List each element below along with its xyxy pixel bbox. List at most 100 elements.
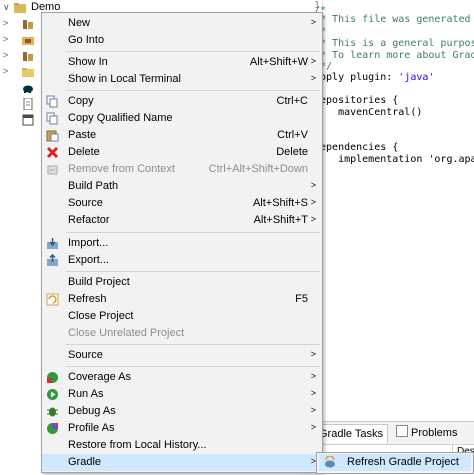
copy-icon — [46, 95, 58, 108]
menu-item-delete[interactable]: Delete Delete — [42, 144, 322, 161]
menu-item-shortcut: Ctrl+Alt+Shift+Down — [208, 163, 308, 175]
file-icon — [23, 98, 33, 110]
menu-item-show-in-local-terminal[interactable]: Show in Local Terminal > — [42, 71, 322, 88]
chevron-right-icon[interactable]: > — [3, 18, 8, 28]
menu-item-import[interactable]: Import... — [42, 235, 322, 252]
menu-item-copy[interactable]: Copy Ctrl+C — [42, 93, 322, 110]
menu-item-shortcut: Alt+Shift+S — [252, 197, 308, 209]
tree-item[interactable] — [0, 96, 44, 112]
chevron-right-icon[interactable]: > — [3, 34, 8, 44]
menu-item-label: Source — [68, 349, 103, 361]
menu-item-label: Build Path — [68, 180, 119, 192]
code-editor[interactable]: 12 /* * This file was generated by * * T… — [300, 0, 474, 410]
menu-item-show-in[interactable]: Show In Alt+Shift+W > — [42, 54, 322, 71]
tree-item[interactable]: > — [0, 64, 44, 80]
delete-icon — [46, 146, 59, 159]
run-icon — [47, 389, 58, 400]
menu-item-run-as[interactable]: Run As > — [42, 386, 322, 403]
menu-item-label: Gradle — [68, 456, 102, 468]
menu-item-label: Copy — [68, 95, 94, 107]
chevron-down-icon[interactable]: ∨ — [3, 2, 10, 13]
tree-item[interactable]: > — [0, 48, 44, 64]
menu-item-profile-as[interactable]: Profile As > — [42, 420, 322, 437]
menu-item-label: Go Into — [68, 34, 105, 46]
menu-item-restore-from-local-history[interactable]: Restore from Local History... — [42, 437, 322, 454]
file-icon — [22, 114, 34, 126]
menu-item-build-path[interactable]: Build Path > — [42, 178, 322, 195]
remove-context-icon — [47, 165, 58, 175]
menu-item-label: Source — [68, 197, 103, 209]
project-folder-icon — [14, 3, 26, 13]
menu-separator — [66, 232, 320, 233]
menu-separator — [66, 51, 320, 52]
menu-item-remove-from-context[interactable]: Remove from Context Ctrl+Alt+Shift+Down — [42, 161, 322, 178]
menu-item-shortcut: F5 — [295, 293, 308, 305]
export-icon — [47, 254, 58, 266]
submenu-arrow-icon: > — [310, 371, 316, 381]
menu-item-label: Close Unrelated Project — [68, 327, 185, 339]
code-line: * This file was generated by — [314, 14, 474, 25]
menu-item-gradle[interactable]: Gradle > — [42, 454, 322, 471]
menu-item-label: Import... — [68, 237, 109, 249]
menu-item-export[interactable]: Export... — [42, 252, 322, 269]
code-line: * To learn more about Gradle — [314, 50, 474, 61]
code-line: mavenCentral() — [314, 107, 423, 118]
submenu-arrow-icon: > — [310, 180, 316, 190]
chevron-right-icon[interactable]: > — [3, 66, 8, 76]
menu-item-label: Remove from Context — [68, 163, 175, 175]
menu-item-refresh[interactable]: Refresh F5 — [42, 291, 322, 308]
menu-item-source[interactable]: Source Alt+Shift+S > — [42, 195, 322, 212]
menu-item-shortcut: Delete — [276, 146, 308, 158]
menu-item-close-unrelated-project[interactable]: Close Unrelated Project — [42, 325, 322, 342]
menu-item-new[interactable]: New > — [42, 15, 322, 32]
submenu-arrow-icon: > — [310, 405, 316, 415]
menu-item-go-into[interactable]: Go Into — [42, 32, 322, 49]
submenu-arrow-icon: > — [310, 56, 316, 66]
menu-item-shortcut: Alt+Shift+W — [249, 56, 308, 68]
menu-item-label: Show in Local Terminal — [68, 73, 181, 85]
code-line: implementation 'org.apache — [338, 154, 474, 165]
menu-item-label: Coverage As — [68, 371, 131, 383]
tree-item[interactable]: > — [0, 32, 44, 48]
menu-item-label: Build Project — [68, 276, 130, 288]
tree-item[interactable]: > — [0, 16, 44, 32]
code-line: repositories { — [314, 95, 399, 106]
library-icon — [23, 52, 33, 61]
paste-icon — [46, 130, 59, 142]
menu-item-label: Delete — [68, 146, 100, 158]
menu-item-label: Refactor — [68, 214, 110, 226]
code-line: * This is a general purpose — [314, 38, 474, 49]
menu-item-debug-as[interactable]: Debug As > — [42, 403, 322, 420]
menu-separator — [66, 344, 320, 345]
menu-item-coverage-as[interactable]: Coverage As > — [42, 369, 322, 386]
menu-separator — [66, 366, 320, 367]
menu-item-label: Close Project — [68, 310, 134, 322]
menu-item-source-submenu[interactable]: Source > — [42, 347, 322, 364]
tree-item[interactable] — [0, 80, 44, 96]
refresh-icon — [46, 293, 59, 306]
menu-item-build-project[interactable]: Build Project — [42, 274, 322, 291]
menu-item-refresh-gradle-project[interactable]: Refresh Gradle Project — [319, 454, 471, 471]
library-icon — [23, 20, 33, 29]
tab-problems-label: Problems — [411, 427, 458, 439]
project-explorer: ∨ Demo > > > > — [0, 0, 60, 474]
menu-item-close-project[interactable]: Close Project — [42, 308, 322, 325]
code-line: dependencies { — [314, 142, 399, 153]
menu-item-refactor[interactable]: Refactor Alt+Shift+T > — [42, 212, 322, 229]
menu-item-label: Export... — [68, 254, 109, 266]
code-line: apply plugin: 'java' — [314, 72, 435, 83]
tree-item-demo[interactable]: ∨ Demo — [0, 0, 60, 16]
menu-item-label: Profile As — [68, 422, 115, 434]
tab-gradle-tasks[interactable]: Gradle Tasks — [314, 424, 388, 443]
menu-item-shortcut: Ctrl+C — [276, 95, 308, 107]
menu-item-label: Copy Qualified Name — [68, 112, 173, 124]
package-folder-icon — [22, 37, 34, 45]
tab-problems[interactable]: Problems — [392, 424, 461, 442]
menu-item-paste[interactable]: Paste Ctrl+V — [42, 127, 322, 144]
gradle-elephant-icon — [23, 85, 33, 93]
menu-item-copy-qualified-name[interactable]: Copy Qualified Name — [42, 110, 322, 127]
chevron-right-icon[interactable]: > — [3, 50, 8, 60]
tree-item[interactable] — [0, 112, 44, 128]
menu-item-label: Run As — [68, 388, 104, 400]
menu-separator — [66, 271, 320, 272]
